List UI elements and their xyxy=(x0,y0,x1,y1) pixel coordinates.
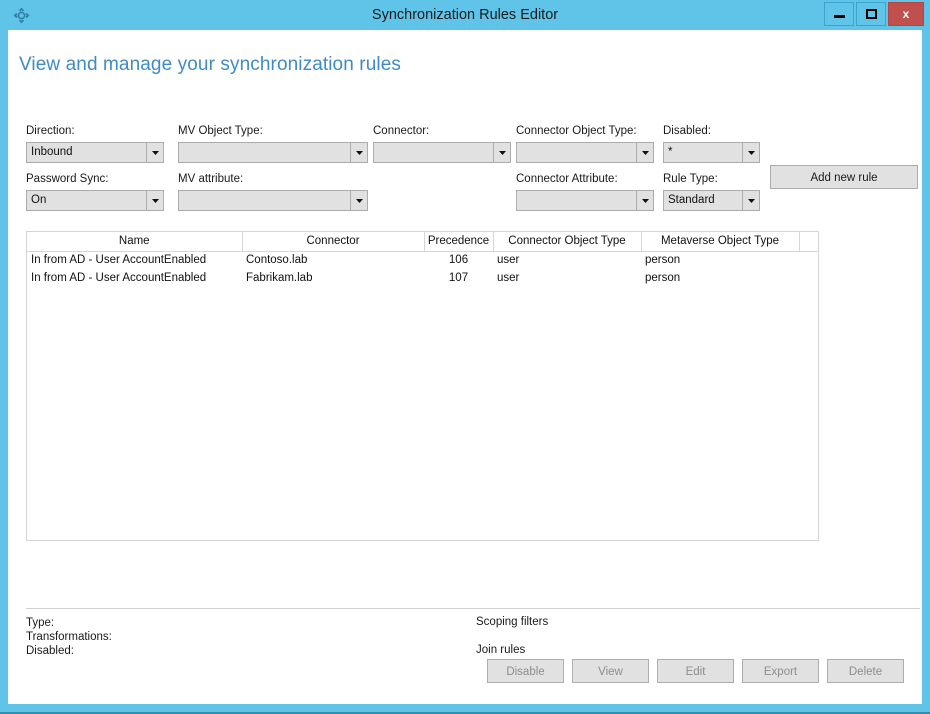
minimize-button[interactable] xyxy=(824,2,854,26)
client-area: View and manage your synchronization rul… xyxy=(8,30,922,704)
view-button[interactable]: View xyxy=(572,659,649,683)
disabled-dropdown[interactable]: * xyxy=(663,142,760,163)
cell-connector: Fabrikam.lab xyxy=(246,272,313,284)
cell-spacer xyxy=(799,251,818,269)
column-header-precedence[interactable]: Precedence xyxy=(424,232,494,252)
table-row[interactable]: In from AD - User AccountEnabled Fabrika… xyxy=(27,269,818,287)
filter-connector-label: Connector: xyxy=(373,125,430,137)
filter-password-sync-label: Password Sync: xyxy=(26,173,109,185)
chevron-down-icon[interactable] xyxy=(742,143,759,162)
filter-connector-attribute-label: Connector Attribute: xyxy=(516,173,618,185)
disable-button[interactable]: Disable xyxy=(487,659,564,683)
detail-separator xyxy=(26,608,920,609)
chevron-down-icon[interactable] xyxy=(493,143,510,162)
connector-value xyxy=(374,143,493,162)
detail-type-label: Type: xyxy=(26,617,55,629)
filter-rule-type-label: Rule Type: xyxy=(663,173,718,185)
chevron-down-icon[interactable] xyxy=(146,143,163,162)
filter-mv-object-type-label: MV Object Type: xyxy=(178,125,263,137)
rules-table: Name Connector Precedence Connector Obje… xyxy=(27,232,818,287)
cell-connector: Contoso.lab xyxy=(246,254,308,267)
page-title: View and manage your synchronization rul… xyxy=(19,54,401,75)
add-new-rule-button[interactable]: Add new rule xyxy=(770,165,918,189)
connector-object-type-dropdown[interactable] xyxy=(516,142,654,163)
export-button[interactable]: Export xyxy=(742,659,819,683)
application-window: Synchronization Rules Editor x View and … xyxy=(0,0,930,714)
column-header-spacer xyxy=(799,232,818,252)
filter-disabled: Disabled: * xyxy=(663,125,760,163)
window-controls: x xyxy=(822,2,924,26)
chevron-down-icon[interactable] xyxy=(636,191,653,210)
filter-rule-type: Rule Type: Standard xyxy=(663,173,760,211)
detail-disabled-label: Disabled: xyxy=(26,645,74,657)
table-header: Name Connector Precedence Connector Obje… xyxy=(27,232,818,252)
filter-connector-attribute: Connector Attribute: xyxy=(516,173,654,211)
filter-mv-attribute: MV attribute: xyxy=(178,173,368,211)
edit-button[interactable]: Edit xyxy=(657,659,734,683)
mv-attribute-value xyxy=(179,191,350,210)
join-rules-label: Join rules xyxy=(476,644,526,656)
rule-type-value: Standard xyxy=(668,194,715,206)
chevron-down-icon[interactable] xyxy=(636,143,653,162)
filter-disabled-label: Disabled: xyxy=(663,125,711,137)
chevron-down-icon[interactable] xyxy=(350,191,367,210)
scoping-filters-label: Scoping filters xyxy=(476,616,549,628)
rule-detail-links: Scoping filters Join rules xyxy=(476,616,548,656)
cell-connector-object-type: user xyxy=(497,254,520,267)
direction-dropdown[interactable]: Inbound xyxy=(26,142,164,163)
filter-connector: Connector: xyxy=(373,125,511,163)
rule-type-dropdown[interactable]: Standard xyxy=(663,190,760,211)
window-title: Synchronization Rules Editor xyxy=(371,7,559,23)
table-row[interactable]: In from AD - User AccountEnabled Contoso… xyxy=(27,251,818,269)
table-header-row: Name Connector Precedence Connector Obje… xyxy=(27,232,818,252)
filter-direction: Direction: Inbound xyxy=(26,125,164,163)
cell-metaverse-object-type: person xyxy=(645,272,681,284)
mv-object-type-dropdown[interactable] xyxy=(178,142,368,163)
direction-value: Inbound xyxy=(31,146,73,158)
filter-connector-object-type: Connector Object Type: xyxy=(516,125,654,163)
cell-spacer xyxy=(799,269,818,287)
mv-object-type-value xyxy=(179,143,350,162)
column-header-connector-object-type[interactable]: Connector Object Type xyxy=(493,232,642,252)
cell-precedence: 106 xyxy=(448,254,469,267)
title-bar: Synchronization Rules Editor x xyxy=(0,0,930,30)
maximize-button[interactable] xyxy=(856,2,886,26)
rules-grid[interactable]: Name Connector Precedence Connector Obje… xyxy=(26,231,819,541)
filter-mv-object-type: MV Object Type: xyxy=(178,125,368,163)
cell-name: In from AD - User AccountEnabled xyxy=(31,272,207,284)
chevron-down-icon[interactable] xyxy=(350,143,367,162)
password-sync-dropdown[interactable]: On xyxy=(26,190,164,211)
sync-diamond-icon xyxy=(6,0,36,30)
disabled-value: * xyxy=(668,146,673,158)
filter-direction-label: Direction: xyxy=(26,125,75,137)
connector-attribute-dropdown[interactable] xyxy=(516,190,654,211)
table-body: In from AD - User AccountEnabled Contoso… xyxy=(27,251,818,287)
chevron-down-icon[interactable] xyxy=(146,191,163,210)
delete-button[interactable]: Delete xyxy=(827,659,904,683)
close-icon: x xyxy=(902,7,910,21)
detail-transformations-label: Transformations: xyxy=(26,631,112,643)
chevron-down-icon[interactable] xyxy=(742,191,759,210)
column-header-connector[interactable]: Connector xyxy=(242,232,425,252)
cell-precedence: 107 xyxy=(448,272,469,284)
cell-name: In from AD - User AccountEnabled xyxy=(31,254,207,267)
password-sync-value: On xyxy=(31,194,47,206)
rule-detail-summary: Type: Transformations: Disabled: xyxy=(26,616,112,658)
maximize-icon xyxy=(865,9,877,19)
filter-mv-attribute-label: MV attribute: xyxy=(178,173,244,185)
mv-attribute-dropdown[interactable] xyxy=(178,190,368,211)
close-button[interactable]: x xyxy=(888,2,924,26)
connector-dropdown[interactable] xyxy=(373,142,511,163)
filter-connector-object-type-label: Connector Object Type: xyxy=(516,125,637,137)
column-header-metaverse-object-type[interactable]: Metaverse Object Type xyxy=(641,232,800,252)
cell-connector-object-type: user xyxy=(497,272,520,284)
connector-object-type-value xyxy=(517,143,636,162)
connector-attribute-value xyxy=(517,191,636,210)
action-button-bar: Disable View Edit Export Delete xyxy=(487,659,904,683)
filter-password-sync: Password Sync: On xyxy=(26,173,164,211)
column-header-name[interactable]: Name xyxy=(27,232,243,252)
minimize-icon xyxy=(833,15,845,18)
cell-metaverse-object-type: person xyxy=(645,254,681,267)
